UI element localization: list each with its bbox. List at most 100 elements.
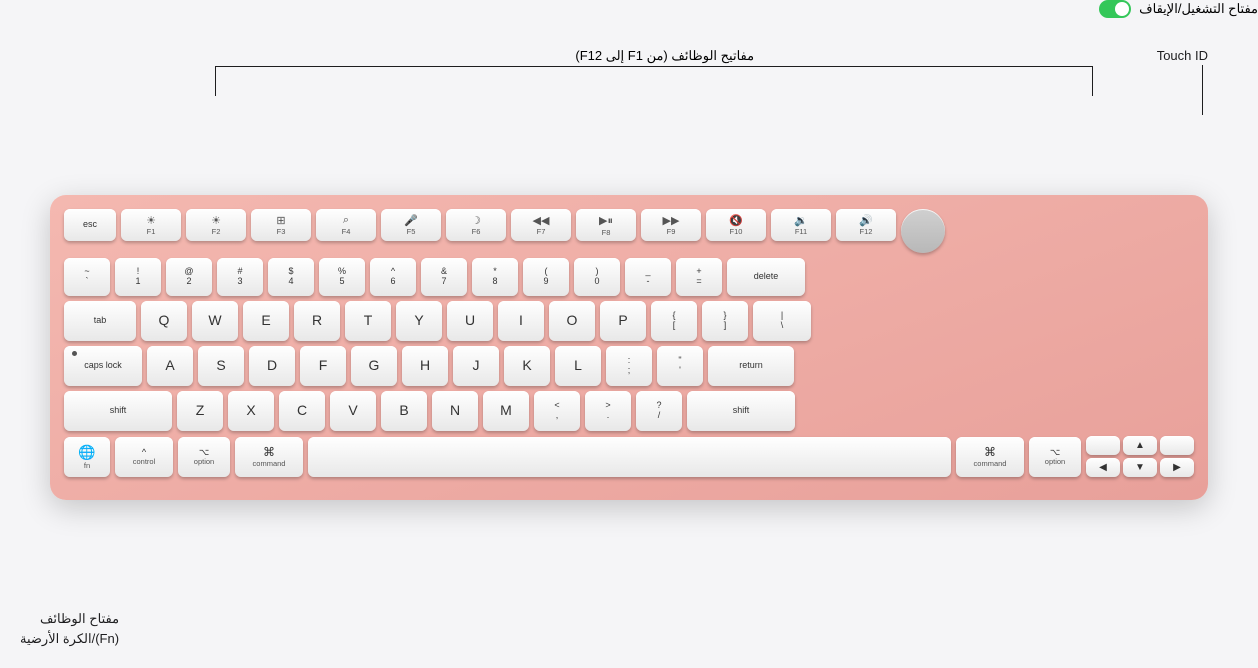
asdf-row: caps lock A S D F G H J K L :; "' return [64, 346, 1194, 386]
key-arrow-left-placeholder [1086, 436, 1120, 455]
key-p[interactable]: P [600, 301, 646, 341]
key-v[interactable]: V [330, 391, 376, 431]
key-d[interactable]: D [249, 346, 295, 386]
key-semicolon[interactable]: :; [606, 346, 652, 386]
key-f11[interactable]: 🔉F11 [771, 209, 831, 241]
key-touchid[interactable] [901, 209, 945, 253]
key-period[interactable]: >. [585, 391, 631, 431]
funckeys-bracket-right [1092, 66, 1093, 96]
key-n[interactable]: N [432, 391, 478, 431]
key-esc[interactable]: esc [64, 209, 116, 241]
key-4[interactable]: $4 [268, 258, 314, 296]
key-quote[interactable]: "' [657, 346, 703, 386]
key-command-right[interactable]: ⌘command [956, 437, 1024, 477]
key-f9[interactable]: ▶▶F9 [641, 209, 701, 241]
key-q[interactable]: Q [141, 301, 187, 341]
key-tab[interactable]: tab [64, 301, 136, 341]
key-f6[interactable]: ☽F6 [446, 209, 506, 241]
key-rbracket[interactable]: }] [702, 301, 748, 341]
key-arrow-up[interactable]: ▲ [1123, 436, 1157, 455]
key-f10[interactable]: 🔇F10 [706, 209, 766, 241]
key-f1[interactable]: ☀F1 [121, 209, 181, 241]
key-3[interactable]: #3 [217, 258, 263, 296]
key-0[interactable]: )0 [574, 258, 620, 296]
key-j[interactable]: J [453, 346, 499, 386]
key-8[interactable]: *8 [472, 258, 518, 296]
fn-annotation: مفتاح الوظائف (Fn)/الكرة الأرضية [20, 609, 119, 648]
key-f[interactable]: F [300, 346, 346, 386]
key-l[interactable]: L [555, 346, 601, 386]
touchid-annotation: Touch ID [1157, 48, 1208, 63]
key-shift-left[interactable]: shift [64, 391, 172, 431]
funckeys-label: مفاتيح الوظائف (من F1 إلى F12) [575, 48, 754, 63]
key-shift-right[interactable]: shift [687, 391, 795, 431]
key-c[interactable]: C [279, 391, 325, 431]
key-k[interactable]: K [504, 346, 550, 386]
key-i[interactable]: I [498, 301, 544, 341]
key-z[interactable]: Z [177, 391, 223, 431]
key-arrow-right-placeholder [1160, 436, 1194, 455]
key-r[interactable]: R [294, 301, 340, 341]
key-7[interactable]: &7 [421, 258, 467, 296]
key-control[interactable]: ^ control [115, 437, 173, 477]
funckeys-annotation: مفاتيح الوظائف (من F1 إلى F12) [575, 48, 754, 64]
key-command-left[interactable]: ⌘command [235, 437, 303, 477]
key-capslock[interactable]: caps lock [64, 346, 142, 386]
key-9[interactable]: (9 [523, 258, 569, 296]
key-w[interactable]: W [192, 301, 238, 341]
funckeys-bracket-horiz [215, 66, 1093, 67]
power-toggle-icon [1099, 0, 1131, 18]
key-f2[interactable]: ☀F2 [186, 209, 246, 241]
touchid-label: Touch ID [1157, 48, 1208, 63]
key-e[interactable]: E [243, 301, 289, 341]
key-fn-globe[interactable]: 🌐 fn [64, 437, 110, 477]
key-backslash[interactable]: |\ [753, 301, 811, 341]
fn-key-row: esc ☀F1 ☀F2 ⊞F3 ⌕F4 🎤F5 ☽F6 ◀◀F7 ▶⏸F8 ▶▶… [64, 209, 1194, 253]
arrow-row-top: ▲ [1086, 436, 1194, 455]
key-f3[interactable]: ⊞F3 [251, 209, 311, 241]
key-arrow-down[interactable]: ▼ [1123, 458, 1157, 477]
key-1[interactable]: !1 [115, 258, 161, 296]
key-f5[interactable]: 🎤F5 [381, 209, 441, 241]
key-m[interactable]: M [483, 391, 529, 431]
key-6[interactable]: ^6 [370, 258, 416, 296]
keyboard: esc ☀F1 ☀F2 ⊞F3 ⌕F4 🎤F5 ☽F6 ◀◀F7 ▶⏸F8 ▶▶… [50, 195, 1208, 500]
key-s[interactable]: S [198, 346, 244, 386]
key-arrow-left[interactable]: ◀ [1086, 458, 1120, 477]
power-annotation: مفتاح التشغيل/الإيقاف [0, 0, 1258, 18]
key-o[interactable]: O [549, 301, 595, 341]
key-delete[interactable]: delete [727, 258, 805, 296]
zxcv-row: shift Z X C V B N M <, >. ?/ shift [64, 391, 1194, 431]
key-t[interactable]: T [345, 301, 391, 341]
key-x[interactable]: X [228, 391, 274, 431]
key-lbracket[interactable]: {[ [651, 301, 697, 341]
key-slash[interactable]: ?/ [636, 391, 682, 431]
key-minus[interactable]: _- [625, 258, 671, 296]
key-y[interactable]: Y [396, 301, 442, 341]
key-backtick[interactable]: ~` [64, 258, 110, 296]
key-h[interactable]: H [402, 346, 448, 386]
key-option-left[interactable]: ⌥option [178, 437, 230, 477]
key-arrow-right[interactable]: ▶ [1160, 458, 1194, 477]
key-equals[interactable]: += [676, 258, 722, 296]
qwerty-row: tab Q W E R T Y U I O P {[ }] |\ [64, 301, 1194, 341]
key-f7[interactable]: ◀◀F7 [511, 209, 571, 241]
bottom-key-row: 🌐 fn ^ control ⌥option ⌘command ⌘command [64, 436, 1194, 477]
key-return[interactable]: return [708, 346, 794, 386]
number-key-row: ~` !1 @2 #3 $4 %5 ^6 &7 [64, 258, 1194, 296]
key-comma[interactable]: <, [534, 391, 580, 431]
key-g[interactable]: G [351, 346, 397, 386]
key-option-right[interactable]: ⌥option [1029, 437, 1081, 477]
key-a[interactable]: A [147, 346, 193, 386]
key-5[interactable]: %5 [319, 258, 365, 296]
key-2[interactable]: @2 [166, 258, 212, 296]
key-space[interactable] [308, 437, 951, 477]
fn-label-line2: (Fn)/الكرة الأرضية [20, 629, 119, 649]
keyboard-body: esc ☀F1 ☀F2 ⊞F3 ⌕F4 🎤F5 ☽F6 ◀◀F7 ▶⏸F8 ▶▶… [50, 95, 1208, 400]
key-f12[interactable]: 🔊F12 [836, 209, 896, 241]
key-b[interactable]: B [381, 391, 427, 431]
key-f8[interactable]: ▶⏸F8 [576, 209, 636, 241]
key-u[interactable]: U [447, 301, 493, 341]
arrow-cluster: ▲ ◀ ▼ ▶ [1086, 436, 1194, 477]
key-f4[interactable]: ⌕F4 [316, 209, 376, 241]
